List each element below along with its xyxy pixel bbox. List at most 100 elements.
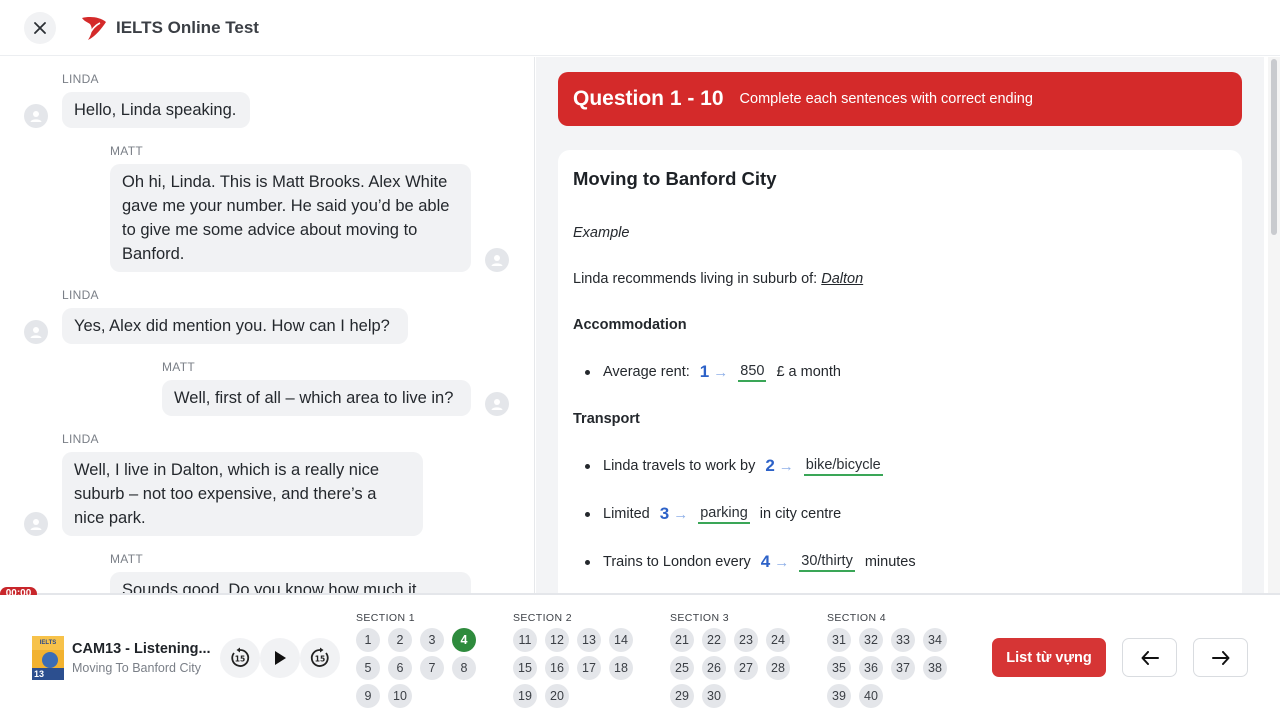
- message-bubble: Yes, Alex did mention you. How can I hel…: [62, 308, 408, 344]
- question-nav-button[interactable]: 28: [766, 656, 790, 680]
- user-icon: [30, 519, 42, 530]
- bullet: [585, 559, 590, 565]
- question-nav-button[interactable]: 40: [859, 684, 883, 708]
- previous-button[interactable]: [1122, 638, 1177, 677]
- question-nav-button[interactable]: 33: [891, 628, 915, 652]
- rewind-15-icon: 15: [231, 647, 250, 667]
- logo-icon: [82, 17, 106, 40]
- transcript-message: MATT Oh hi, Linda. This is Matt Brooks. …: [110, 144, 471, 272]
- question-card: Moving to Banford City Example Linda rec…: [558, 150, 1242, 593]
- question-nav-button[interactable]: 6: [388, 656, 412, 680]
- scrollbar[interactable]: [1268, 57, 1280, 593]
- item-text: Linda travels to work by: [603, 458, 756, 474]
- question-nav-button[interactable]: 38: [923, 656, 947, 680]
- question-nav-button[interactable]: 21: [670, 628, 694, 652]
- transcript-panel[interactable]: LINDA Hello, Linda speaking. MATT Oh hi,…: [0, 57, 535, 593]
- question-nav-button[interactable]: 34: [923, 628, 947, 652]
- question-nav-button[interactable]: 16: [545, 656, 569, 680]
- bullet: [585, 463, 590, 469]
- question-nav-button[interactable]: 37: [891, 656, 915, 680]
- avatar: [24, 320, 48, 344]
- question-nav-button[interactable]: 19: [513, 684, 537, 708]
- question-number[interactable]: 2: [765, 456, 774, 476]
- example-label: Example: [573, 225, 630, 241]
- question-nav-button[interactable]: 7: [420, 656, 444, 680]
- message-bubble: Sounds good. Do you know how much it: [110, 572, 471, 593]
- question-nav-button[interactable]: 25: [670, 656, 694, 680]
- question-item: Trains to London every 4 → 30/thirty min…: [585, 552, 916, 572]
- arrow-left-icon: [1141, 650, 1159, 665]
- question-nav-button[interactable]: 13: [577, 628, 601, 652]
- avatar: [24, 104, 48, 128]
- question-nav-button[interactable]: 20: [545, 684, 569, 708]
- question-nav-button[interactable]: 9: [356, 684, 380, 708]
- answer-field[interactable]: bike/bicycle: [803, 457, 883, 476]
- question-number[interactable]: 3: [660, 504, 669, 524]
- arrow-right-icon: [1211, 650, 1229, 665]
- arrow-right-icon: →: [673, 505, 689, 523]
- section-label: SECTION 4: [827, 612, 887, 624]
- answer-field[interactable]: 850: [738, 363, 767, 382]
- question-nav-button[interactable]: 5: [356, 656, 380, 680]
- album-cover: IELTS 13: [32, 636, 64, 680]
- question-nav-button[interactable]: 31: [827, 628, 851, 652]
- svg-text:15: 15: [315, 655, 325, 664]
- question-nav-button[interactable]: 30: [702, 684, 726, 708]
- question-nav-button[interactable]: 18: [609, 656, 633, 680]
- section-label: SECTION 3: [670, 612, 730, 624]
- question-nav-button[interactable]: 39: [827, 684, 851, 708]
- question-nav-button[interactable]: 23: [734, 628, 758, 652]
- question-nav-button[interactable]: 17: [577, 656, 601, 680]
- question-nav-button[interactable]: 8: [452, 656, 476, 680]
- transcript-message: LINDA Hello, Linda speaking.: [62, 72, 250, 128]
- close-button[interactable]: [24, 12, 56, 44]
- question-nav-button[interactable]: 24: [766, 628, 790, 652]
- player-bar: IELTS 13 CAM13 - Listening... Moving To …: [0, 595, 1280, 720]
- question-nav-button[interactable]: 11: [513, 628, 537, 652]
- arrow-right-icon: →: [774, 553, 790, 571]
- scrollbar-thumb[interactable]: [1271, 59, 1277, 235]
- question-nav-button[interactable]: 35: [827, 656, 851, 680]
- question-number[interactable]: 4: [761, 552, 770, 572]
- speaker-label: MATT: [162, 360, 195, 374]
- question-nav-button[interactable]: 26: [702, 656, 726, 680]
- question-nav-button[interactable]: 36: [859, 656, 883, 680]
- vocabulary-list-button[interactable]: List từ vựng: [992, 638, 1106, 677]
- question-nav-button[interactable]: 14: [609, 628, 633, 652]
- question-nav-button[interactable]: 4: [452, 628, 476, 652]
- bullet: [585, 511, 590, 517]
- transcript-message: MATT Sounds good. Do you know how much i…: [110, 552, 471, 593]
- user-icon: [491, 255, 503, 266]
- question-nav-button[interactable]: 29: [670, 684, 694, 708]
- question-banner: Question 1 - 10 Complete each sentences …: [558, 72, 1242, 126]
- question-nav-button[interactable]: 1: [356, 628, 380, 652]
- forward-15-button[interactable]: 15: [300, 638, 340, 678]
- section-label: SECTION 1: [356, 612, 416, 624]
- rewind-15-button[interactable]: 15: [220, 638, 260, 678]
- question-number[interactable]: 1: [700, 362, 709, 382]
- example-text: Linda recommends living in suburb of:: [573, 271, 818, 287]
- question-item: Limited 3 → parking in city centre: [585, 504, 841, 524]
- question-panel[interactable]: Question 1 - 10 Complete each sentences …: [536, 57, 1264, 593]
- answer-field[interactable]: parking: [698, 505, 750, 524]
- question-nav-button[interactable]: 3: [420, 628, 444, 652]
- question-nav-button[interactable]: 10: [388, 684, 412, 708]
- play-button[interactable]: [260, 638, 300, 678]
- question-nav-button[interactable]: 22: [702, 628, 726, 652]
- header-bar: IELTS Online Test: [0, 0, 1280, 56]
- question-nav-button[interactable]: 2: [388, 628, 412, 652]
- question-nav-button[interactable]: 32: [859, 628, 883, 652]
- next-button[interactable]: [1193, 638, 1248, 677]
- question-instruction: Complete each sentences with correct end…: [739, 91, 1033, 107]
- question-nav-button[interactable]: 27: [734, 656, 758, 680]
- message-bubble: Oh hi, Linda. This is Matt Brooks. Alex …: [110, 164, 471, 272]
- arrow-right-icon: →: [713, 363, 729, 381]
- question-nav-button[interactable]: 15: [513, 656, 537, 680]
- speaker-label: MATT: [110, 552, 143, 566]
- question-nav-button[interactable]: 12: [545, 628, 569, 652]
- bullet: [585, 369, 590, 375]
- answer-field[interactable]: 30/thirty: [799, 553, 855, 572]
- item-text: in city centre: [759, 506, 842, 522]
- app-title: IELTS Online Test: [116, 18, 259, 37]
- speaker-label: LINDA: [62, 288, 99, 302]
